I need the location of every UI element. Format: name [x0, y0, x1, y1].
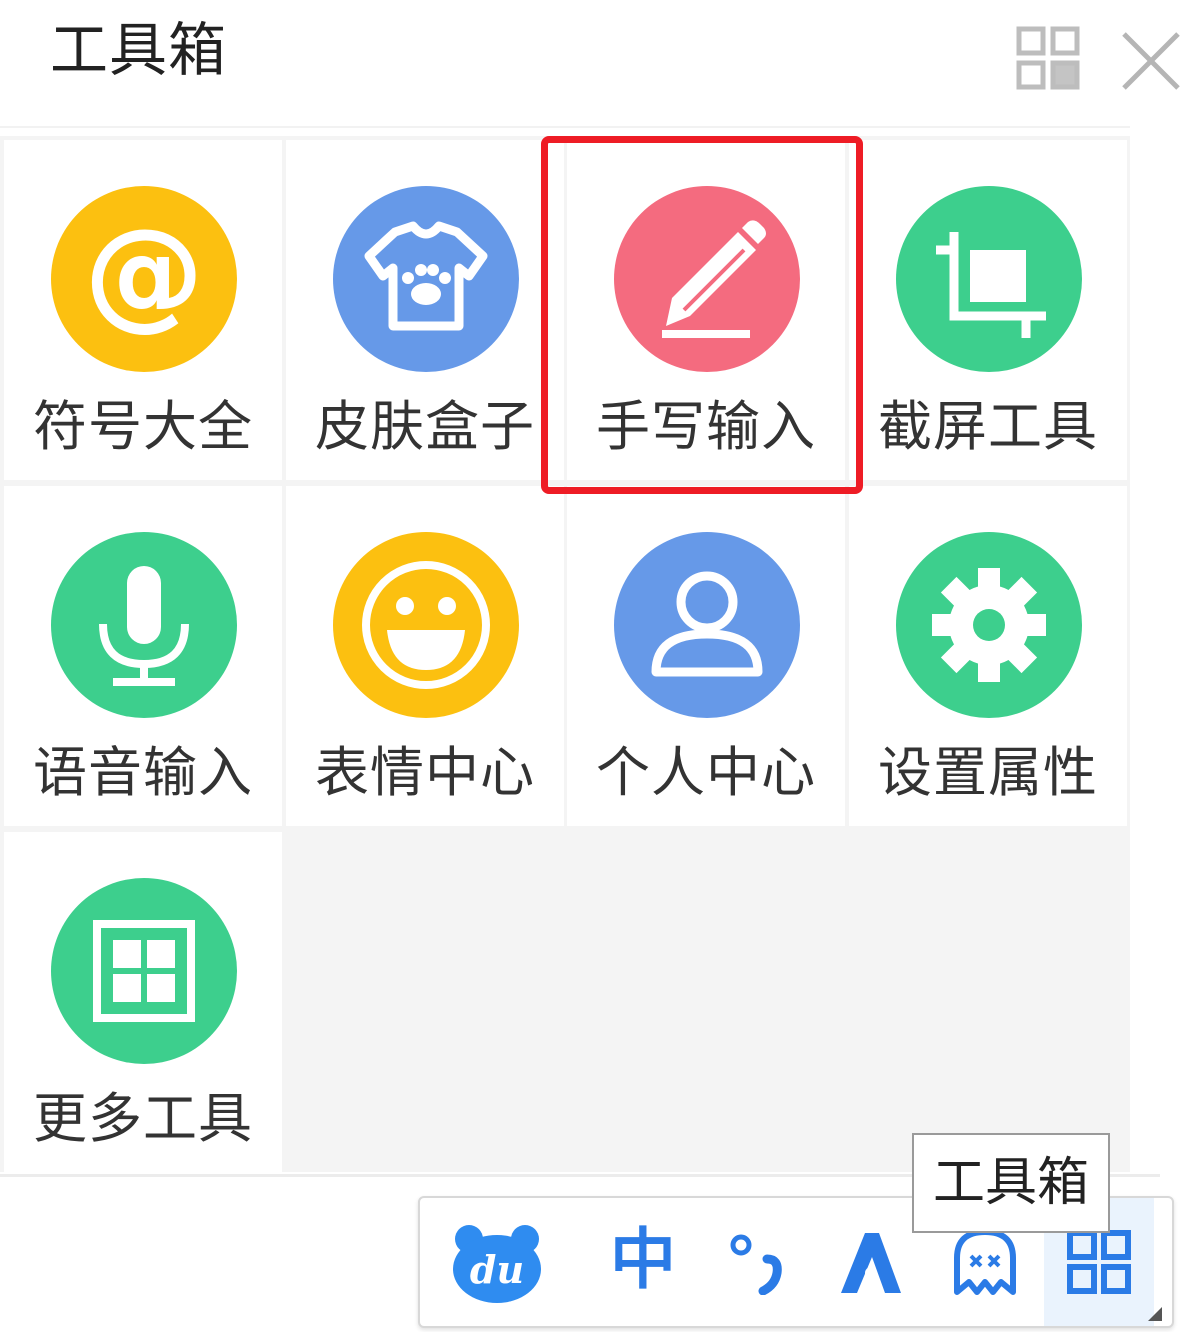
panel-title: 工具箱 — [50, 16, 228, 84]
tool-skins[interactable]: 皮肤盒子 — [286, 140, 564, 480]
punctuation-icon — [730, 1234, 782, 1295]
tool-more[interactable]: 更多工具 — [4, 832, 282, 1172]
ghost-icon — [954, 1229, 1016, 1295]
tool-label: 符号大全 — [33, 395, 253, 458]
tool-screenshot-badge — [896, 186, 1082, 372]
tool-label: 皮肤盒子 — [315, 395, 535, 458]
tool-handwriting-badge — [614, 186, 800, 372]
chinese-mode-toggle[interactable]: 中 — [588, 1198, 698, 1326]
tool-settings[interactable]: 设置属性 — [849, 486, 1127, 826]
user-icon — [651, 571, 763, 677]
tool-label: 设置属性 — [878, 741, 1098, 804]
baidu-logo-button[interactable]: du — [442, 1198, 552, 1326]
crop-icon — [936, 232, 1046, 338]
letter-a-icon — [841, 1233, 901, 1293]
tool-screenshot[interactable]: 截屏工具 — [849, 140, 1127, 480]
tool-profile-badge — [614, 532, 800, 718]
tool-emoji[interactable]: 表情中心 — [286, 486, 564, 826]
toolbox-tooltip: 工具箱 — [912, 1133, 1110, 1233]
punctuation-toggle[interactable] — [702, 1198, 812, 1326]
grid-view-icon — [1016, 26, 1080, 90]
tool-label: 更多工具 — [33, 1087, 253, 1150]
at-sign-icon: @ — [84, 204, 204, 343]
tool-grid: @ 符号大全 皮肤盒子 手写输入 截屏工具 语音输入 表情中心 个人中心 设置属… — [0, 136, 1130, 1172]
baidu-bear-icon: du — [453, 1225, 541, 1303]
input-mode-label: 中 — [610, 1221, 676, 1298]
tool-profile[interactable]: 个人中心 — [567, 486, 845, 826]
tool-label: 手写输入 — [596, 395, 816, 458]
svg-text:@: @ — [84, 204, 204, 343]
tool-symbols[interactable]: @ 符号大全 — [4, 140, 282, 480]
grid-icon — [93, 920, 195, 1022]
microphone-icon — [99, 566, 189, 686]
close-icon — [1122, 32, 1180, 90]
tool-label: 截屏工具 — [878, 395, 1098, 458]
tool-label: 个人中心 — [596, 741, 816, 804]
close-button[interactable] — [1120, 30, 1182, 92]
tool-voice-badge — [51, 532, 237, 718]
svg-text:du: du — [470, 1247, 524, 1292]
tool-handwriting[interactable]: 手写输入 — [567, 140, 845, 480]
tool-emoji-badge — [333, 532, 519, 718]
layout-toggle-button[interactable] — [1016, 26, 1080, 90]
skin-toggle[interactable] — [816, 1198, 926, 1326]
tool-label: 表情中心 — [315, 741, 535, 804]
smiley-icon — [362, 561, 490, 689]
tool-skins-badge — [333, 186, 519, 372]
tool-settings-badge — [896, 532, 1082, 718]
pencil-icon — [662, 220, 766, 338]
tool-symbols-badge: @ — [51, 186, 237, 372]
header-divider — [0, 126, 1130, 128]
resize-grip[interactable] — [1148, 1306, 1162, 1321]
tool-voice[interactable]: 语音输入 — [4, 486, 282, 826]
tshirt-paw-icon — [364, 221, 488, 331]
tool-label: 语音输入 — [33, 741, 253, 804]
gear-icon — [932, 568, 1046, 682]
tool-more-badge — [51, 878, 237, 1064]
toolbox-grid-icon — [1067, 1230, 1131, 1294]
resize-grip-icon — [1148, 1307, 1162, 1321]
